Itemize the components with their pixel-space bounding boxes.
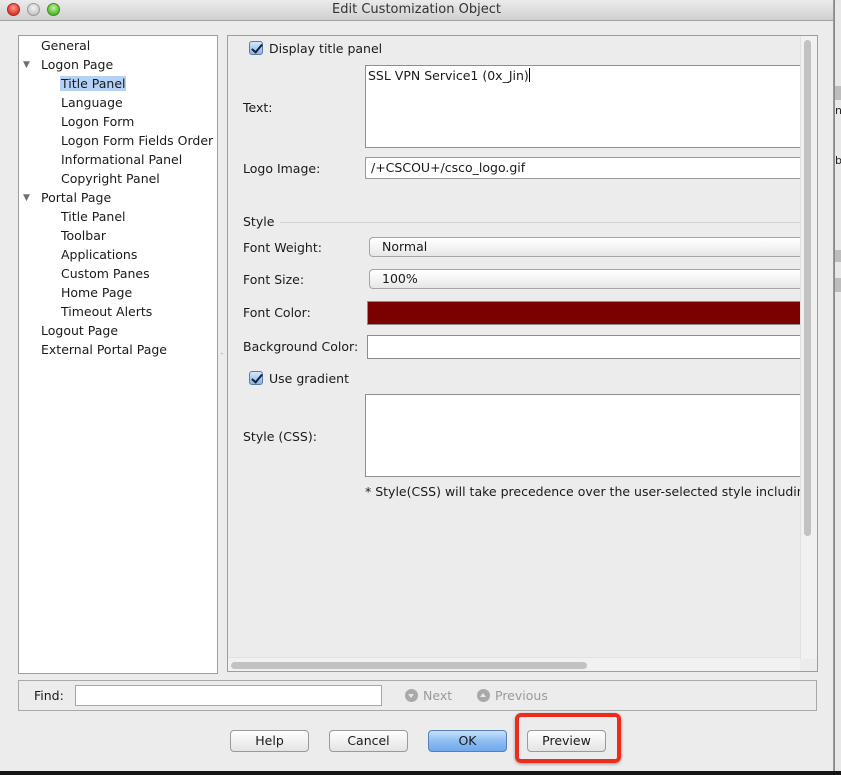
tree-item-label: Applications bbox=[61, 247, 138, 262]
use-gradient-checkbox[interactable] bbox=[249, 371, 263, 385]
text-area-value: SSL VPN Service1 (0x_Jin) bbox=[368, 68, 529, 83]
tree-item[interactable]: Language bbox=[60, 94, 124, 112]
tree-item[interactable]: Home Page bbox=[60, 284, 133, 302]
help-button[interactable]: Help bbox=[230, 730, 309, 752]
style-section-header: Style bbox=[243, 214, 275, 229]
style-css-label: Style (CSS): bbox=[243, 429, 317, 444]
tree-item[interactable]: Informational Panel bbox=[60, 151, 183, 169]
find-bar: Find: Next Previous bbox=[18, 680, 817, 711]
find-next-label: Next bbox=[423, 688, 453, 703]
font-size-dropdown[interactable]: 100% bbox=[369, 269, 801, 289]
tree-item[interactable]: Logout Page bbox=[40, 322, 119, 340]
find-previous-label: Previous bbox=[495, 688, 548, 703]
background-window-band bbox=[835, 250, 841, 262]
tree-item-label: Title Panel bbox=[61, 209, 126, 224]
title-panel-settings: Display title panel Text: SSL VPN Servic… bbox=[227, 35, 818, 672]
font-weight-dropdown[interactable]: Normal bbox=[369, 237, 801, 257]
disclosure-expanded-icon[interactable]: ▼ bbox=[23, 56, 33, 74]
display-title-panel-checkbox[interactable] bbox=[249, 41, 263, 55]
background-color-picker[interactable] bbox=[367, 335, 801, 359]
find-next-button[interactable]: Next bbox=[405, 687, 452, 705]
tree-item[interactable]: Timeout Alerts bbox=[60, 303, 153, 321]
tree-item-label: Title Panel bbox=[60, 76, 127, 91]
tree-item-label: Timeout Alerts bbox=[61, 304, 153, 319]
background-window-edge: n b bbox=[834, 0, 841, 775]
chevron-down-icon bbox=[405, 689, 418, 702]
background-window-band bbox=[835, 86, 841, 100]
tree-item-label: Logout Page bbox=[41, 323, 119, 338]
tree-item-label: Portal Page bbox=[41, 190, 112, 205]
background-window-band bbox=[835, 278, 841, 292]
use-gradient-label: Use gradient bbox=[269, 371, 349, 386]
font-weight-label: Font Weight: bbox=[243, 240, 322, 255]
tree-item-label: Home Page bbox=[61, 285, 133, 300]
display-title-panel-label: Display title panel bbox=[269, 41, 383, 56]
tree-item[interactable]: Applications bbox=[60, 246, 138, 264]
tree-item-label: Copyright Panel bbox=[61, 171, 160, 186]
text-area[interactable]: SSL VPN Service1 (0x_Jin) bbox=[365, 65, 801, 148]
window-title: Edit Customization Object bbox=[332, 2, 501, 17]
horizontal-scrollbar-thumb[interactable] bbox=[231, 662, 587, 669]
chevron-up-icon bbox=[477, 689, 490, 702]
title-bar[interactable]: Edit Customization Object bbox=[0, 0, 833, 21]
tree-item-label: Logon Form Fields Order bbox=[61, 133, 214, 148]
font-color-label: Font Color: bbox=[243, 305, 311, 320]
find-previous-button[interactable]: Previous bbox=[477, 687, 548, 705]
background-window-text: n bbox=[835, 104, 841, 117]
text-label: Text: bbox=[243, 100, 273, 115]
tree-item[interactable]: Toolbar bbox=[60, 227, 107, 245]
tree-item-label: Language bbox=[61, 95, 123, 110]
tree-item-label: Custom Panes bbox=[61, 266, 150, 281]
tree-item-label: Informational Panel bbox=[61, 152, 183, 167]
tree-item-label: General bbox=[41, 38, 91, 53]
logo-image-label: Logo Image: bbox=[243, 161, 321, 176]
tree-item[interactable]: ▼ Portal Page bbox=[23, 189, 112, 207]
background-window-text: b bbox=[835, 154, 841, 167]
tree-item[interactable]: Logon Form bbox=[60, 113, 135, 131]
tree-item-label: Logon Form bbox=[61, 114, 135, 129]
preview-highlight-annotation bbox=[515, 713, 621, 763]
tree-item[interactable]: Custom Panes bbox=[60, 265, 151, 283]
vertical-scrollbar-thumb[interactable] bbox=[804, 40, 811, 536]
tree-item[interactable]: Title Panel bbox=[60, 208, 126, 226]
font-color-picker[interactable] bbox=[367, 301, 801, 325]
tree-item[interactable]: Logon Form Fields Order bbox=[60, 132, 214, 150]
css-precedence-note: * Style(CSS) will take precedence over t… bbox=[365, 484, 805, 499]
disclosure-expanded-icon[interactable]: ▼ bbox=[23, 189, 33, 207]
tree-item-label: External Portal Page bbox=[41, 342, 167, 357]
text-cursor bbox=[528, 68, 530, 82]
tree-item-label: Toolbar bbox=[61, 228, 107, 243]
split-pane-divider[interactable]: ⠂ bbox=[220, 350, 226, 359]
style-section-divider bbox=[280, 222, 801, 223]
tree-item[interactable]: Copyright Panel bbox=[60, 170, 161, 188]
tree-item[interactable]: ▼ Logon Page bbox=[23, 56, 114, 74]
find-label: Find: bbox=[34, 688, 64, 703]
font-size-label: Font Size: bbox=[243, 272, 305, 287]
ok-button[interactable]: OK bbox=[428, 730, 507, 752]
background-color-label: Background Color: bbox=[243, 339, 359, 354]
logo-image-field[interactable]: /+CSCOU+/csco_logo.gif bbox=[365, 157, 801, 179]
edit-customization-dialog: Edit Customization Object General ▼ Logon … bbox=[0, 0, 834, 771]
tree-item-label: Logon Page bbox=[41, 57, 114, 72]
tree-item[interactable]: External Portal Page bbox=[40, 341, 168, 359]
navigation-tree[interactable]: General ▼ Logon Page Title Panel Language Log… bbox=[18, 35, 218, 674]
screen-bottom-edge bbox=[0, 771, 841, 775]
tree-item[interactable]: Title Panel bbox=[60, 75, 127, 93]
find-input[interactable] bbox=[75, 685, 382, 706]
style-css-textarea[interactable] bbox=[365, 394, 801, 477]
cancel-button[interactable]: Cancel bbox=[329, 730, 408, 752]
tree-item[interactable]: General bbox=[40, 37, 91, 55]
